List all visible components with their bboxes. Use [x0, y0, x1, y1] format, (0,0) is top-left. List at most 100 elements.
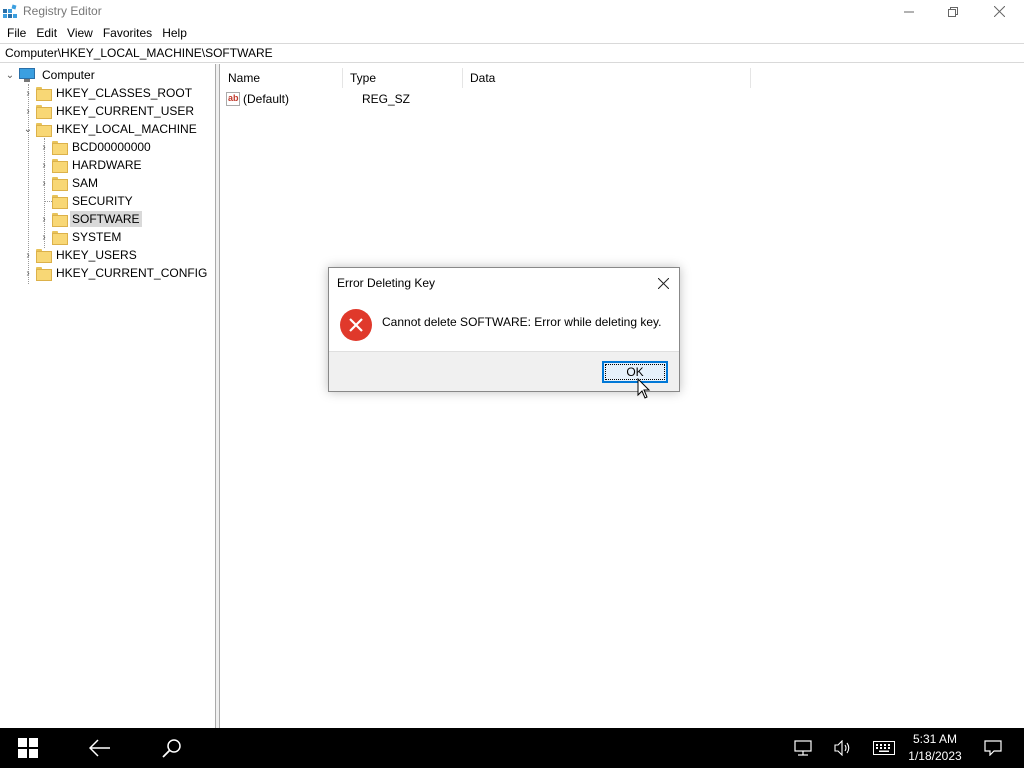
keyboard-icon — [873, 741, 895, 755]
tree-label: SECURITY — [72, 194, 133, 208]
chevron-right-icon[interactable]: › — [22, 84, 34, 102]
dialog-footer: OK — [329, 351, 679, 391]
chevron-right-icon[interactable]: › — [22, 264, 34, 282]
folder-icon — [52, 159, 68, 173]
menu-favorites[interactable]: Favorites — [98, 23, 157, 43]
tree-label: HKEY_CURRENT_USER — [56, 104, 195, 118]
tree-item-security[interactable]: SECURITY — [38, 192, 135, 210]
start-button[interactable] — [0, 728, 56, 768]
folder-icon — [36, 105, 52, 119]
registry-editor-icon — [3, 4, 17, 18]
tree-label: HARDWARE — [72, 158, 142, 172]
chevron-right-icon[interactable]: › — [38, 210, 50, 228]
value-name: (Default) — [243, 92, 290, 106]
folder-icon — [52, 213, 68, 227]
folder-icon — [36, 123, 52, 137]
tree-item-hkey-classes-root[interactable]: › HKEY_CLASSES_ROOT — [22, 84, 194, 102]
taskbar: 5:31 AM 1/18/2023 — [0, 728, 1024, 768]
restore-button[interactable] — [930, 0, 976, 23]
dialog-message: Cannot delete SOFTWARE: Error while dele… — [382, 315, 662, 329]
column-header-name[interactable]: Name — [221, 68, 343, 88]
network-icon — [794, 740, 812, 756]
menu-view[interactable]: View — [62, 23, 98, 43]
chevron-right-icon[interactable]: › — [38, 156, 50, 174]
tree-item-system[interactable]: › SYSTEM — [38, 228, 123, 246]
search-icon — [162, 739, 181, 758]
tree-label: SYSTEM — [72, 230, 122, 244]
dialog-title: Error Deleting Key — [337, 276, 436, 290]
tree-item-bcd[interactable]: › BCD00000000 — [38, 138, 153, 156]
tree-item-hardware[interactable]: › HARDWARE — [38, 156, 144, 174]
minimize-icon — [904, 11, 914, 12]
pane-splitter[interactable] — [216, 64, 220, 728]
keyboard-tray-button[interactable] — [868, 728, 900, 768]
menu-bar: File Edit View Favorites Help — [0, 23, 1024, 43]
folder-icon — [36, 87, 52, 101]
notifications-button[interactable] — [976, 728, 1010, 768]
tree-label: HKEY_USERS — [56, 248, 137, 262]
chevron-down-icon[interactable]: ⌄ — [22, 120, 34, 138]
tree-item-computer[interactable]: ⌄ Computer — [4, 66, 97, 84]
close-icon — [657, 277, 669, 289]
close-button[interactable] — [976, 0, 1022, 23]
close-icon — [993, 6, 1005, 17]
windows-logo-icon — [18, 738, 38, 758]
computer-icon — [18, 68, 36, 82]
folder-icon — [52, 177, 68, 191]
menu-help[interactable]: Help — [157, 23, 192, 43]
folder-icon — [52, 231, 68, 245]
chevron-right-icon[interactable]: › — [22, 246, 34, 264]
chevron-right-icon[interactable]: › — [22, 102, 34, 120]
menu-file[interactable]: File — [2, 23, 31, 43]
restore-icon — [948, 6, 958, 17]
string-value-icon: ab — [226, 92, 240, 106]
volume-tray-button[interactable] — [826, 728, 860, 768]
address-bar[interactable]: Computer\HKEY_LOCAL_MACHINE\SOFTWARE — [0, 43, 1024, 63]
tree-item-hkey-local-machine[interactable]: ⌄ HKEY_LOCAL_MACHINE — [22, 120, 199, 138]
values-pane: Name Type Data ab (Default) REG_SZ — [221, 64, 1024, 728]
title-bar: Registry Editor — [0, 0, 1024, 23]
menu-edit[interactable]: Edit — [31, 23, 62, 43]
back-arrow-icon — [89, 739, 110, 757]
back-button[interactable] — [72, 728, 128, 768]
tree-item-software[interactable]: › SOFTWARE — [38, 210, 142, 228]
folder-icon — [52, 195, 68, 209]
notification-icon — [984, 740, 1002, 756]
chevron-right-icon[interactable]: › — [38, 174, 50, 192]
dialog-close-button[interactable] — [651, 273, 675, 293]
column-header-type[interactable]: Type — [343, 68, 463, 88]
list-item[interactable]: ab (Default) REG_SZ — [226, 90, 480, 108]
taskbar-clock[interactable]: 5:31 AM 1/18/2023 — [900, 731, 970, 765]
tree-label: BCD00000000 — [72, 140, 151, 154]
clock-date: 1/18/2023 — [908, 749, 962, 763]
list-header: Name Type Data — [221, 68, 751, 88]
value-type: REG_SZ — [362, 92, 411, 106]
minimize-button[interactable] — [886, 0, 932, 23]
folder-icon — [36, 249, 52, 263]
folder-icon — [36, 267, 52, 281]
window-title: Registry Editor — [23, 4, 102, 18]
error-icon — [340, 309, 372, 341]
tree-item-hkey-users[interactable]: › HKEY_USERS — [22, 246, 139, 264]
column-header-data[interactable]: Data — [463, 68, 751, 88]
network-tray-button[interactable] — [786, 728, 820, 768]
tree-label: Computer — [42, 68, 95, 82]
clock-time: 5:31 AM — [912, 732, 958, 746]
error-dialog: Error Deleting Key Cannot delete SOFTWAR… — [328, 267, 680, 392]
volume-icon — [834, 740, 850, 756]
tree-label: HKEY_CURRENT_CONFIG — [56, 266, 208, 280]
search-button[interactable] — [144, 728, 200, 768]
tree-label-selected: SOFTWARE — [70, 211, 142, 227]
tree-label: HKEY_CLASSES_ROOT — [56, 86, 193, 100]
tree-item-sam[interactable]: › SAM — [38, 174, 100, 192]
tree-item-hkey-current-user[interactable]: › HKEY_CURRENT_USER — [22, 102, 196, 120]
tree-label: HKEY_LOCAL_MACHINE — [56, 122, 197, 136]
chevron-right-icon[interactable]: › — [38, 228, 50, 246]
ok-button[interactable]: OK — [602, 361, 668, 383]
tree-pane: ⌄ Computer › HKEY_CLASSES_ROOT › HKEY_CU… — [0, 64, 216, 728]
folder-icon — [52, 141, 68, 155]
chevron-right-icon[interactable]: › — [38, 138, 50, 156]
mouse-cursor-icon — [637, 378, 651, 399]
tree-item-hkey-current-config[interactable]: › HKEY_CURRENT_CONFIG — [22, 264, 209, 282]
chevron-down-icon[interactable]: ⌄ — [4, 66, 16, 84]
